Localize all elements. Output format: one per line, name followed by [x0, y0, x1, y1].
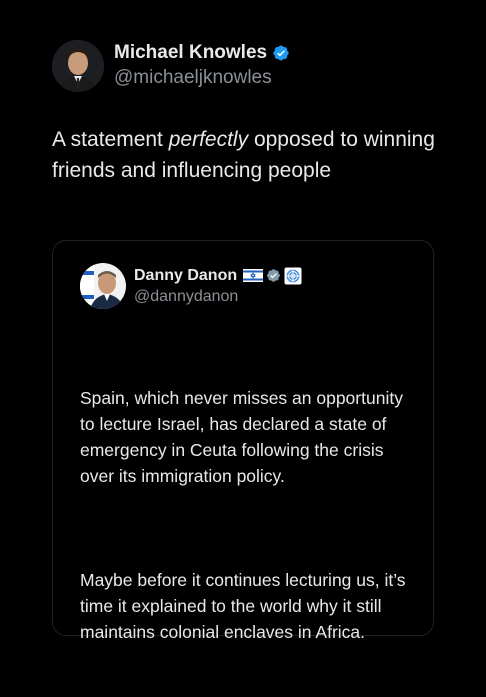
government-verified-badge-icon: [267, 269, 281, 282]
quoted-tweet-card[interactable]: Danny Danon @dannydanon Spain, which nev…: [52, 240, 434, 642]
author-name[interactable]: Michael Knowles: [114, 42, 267, 64]
quoted-avatar-image: [80, 263, 126, 309]
tweet-author-row: Michael Knowles @michaeljknowles: [52, 40, 290, 92]
quoted-author-name[interactable]: Danny Danon: [134, 266, 237, 286]
quoted-author-handle[interactable]: @dannydanon: [134, 287, 302, 307]
tweet-text-emphasis: perfectly: [168, 128, 249, 151]
tweet-text: A statement perfectly opposed to winning…: [52, 124, 452, 186]
quoted-tweet-paragraph-1: Spain, which never misses an opportunity…: [80, 388, 408, 486]
quoted-tweet-text: Spain, which never misses an opportunity…: [80, 333, 415, 697]
verified-badge-icon: [273, 45, 289, 61]
tweet-text-start: A statement: [52, 128, 169, 151]
avatar-image: [52, 40, 104, 92]
un-affiliate-badge-icon[interactable]: [284, 267, 302, 285]
quoted-author-row: Danny Danon @dannydanon: [80, 263, 302, 309]
author-handle[interactable]: @michaeljknowles: [114, 66, 290, 90]
israel-flag-icon: [243, 269, 264, 282]
avatar[interactable]: [52, 40, 104, 92]
quoted-avatar[interactable]: [80, 263, 126, 309]
tweet: Michael Knowles @michaeljknowles A state…: [0, 0, 486, 648]
quoted-tweet-paragraph-2: Maybe before it continues lecturing us, …: [80, 570, 411, 642]
